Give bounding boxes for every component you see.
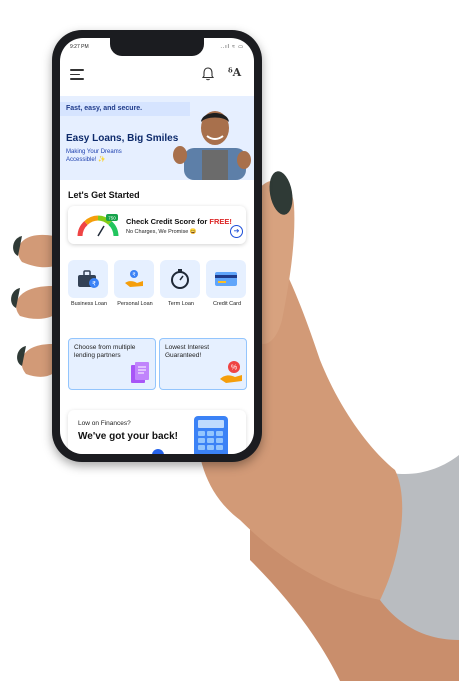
tile-credit-card[interactable]: Credit Card	[206, 260, 248, 308]
smiling-man-thumbs-up-image	[173, 111, 251, 180]
phone-frame: 9:27 PM ..ıl ≈ ▭ ᵟA Fast, easy, and secu…	[52, 30, 262, 462]
loan-type-grid: ₹ Business Loan ₹ Personal Loan Term Loa…	[68, 260, 248, 320]
credit-card-icon	[215, 272, 237, 286]
arrow-right-icon[interactable]: ➔	[230, 225, 243, 238]
stopwatch-icon	[171, 269, 189, 289]
bell-icon[interactable]	[200, 66, 216, 82]
tile-label: Credit Card	[212, 301, 242, 307]
credit-score-card[interactable]: 750 Check Credit Score for FREE! No Char…	[68, 206, 246, 244]
status-icons: ..ıl ≈ ▭	[220, 44, 244, 50]
tile-label: Term Loan	[168, 301, 194, 307]
section-title: Let's Get Started	[68, 190, 140, 200]
svg-text:%: %	[231, 365, 237, 372]
documents-icon	[131, 362, 149, 383]
svg-text:₹: ₹	[132, 272, 135, 278]
banner-title: Easy Loans, Big Smiles	[66, 133, 179, 144]
banner-tagline: Fast, easy, and secure.	[66, 105, 143, 112]
finance-help-small: Low on Finances?	[78, 420, 131, 427]
top-bar: ᵟA	[60, 58, 254, 90]
promo-lending-partners[interactable]: Choose from multiple lending partners	[68, 338, 156, 390]
money-hand-icon: ₹	[125, 270, 143, 287]
credit-score-title: Check Credit Score for FREE!	[126, 217, 232, 226]
finance-help-title: We've got your back!	[78, 431, 178, 442]
brand-logo[interactable]: ᵟA	[228, 66, 241, 79]
promo-text: Choose from multiple lending partners	[74, 344, 136, 359]
svg-text:₹: ₹	[92, 281, 96, 288]
tile-personal-loan[interactable]: ₹ Personal Loan	[114, 260, 156, 308]
credit-score-subtitle: No Charges, We Promise 😄	[126, 229, 197, 235]
banner-subtitle: Making Your Dreams Accessible! ✨	[66, 149, 122, 163]
tile-label: Business Loan	[70, 301, 108, 307]
calculator-icon	[194, 416, 228, 454]
credit-gauge-icon: 750	[77, 214, 119, 237]
promo-lowest-interest[interactable]: Lowest Interest Guaranteed! %	[159, 338, 247, 390]
status-time: 9:27 PM	[70, 44, 89, 50]
app-screen: 9:27 PM ..ıl ≈ ▭ ᵟA Fast, easy, and secu…	[60, 38, 254, 454]
finance-help-card[interactable]: Low on Finances? We've got your back!	[68, 410, 246, 454]
tile-business-loan[interactable]: ₹ Business Loan	[68, 260, 110, 308]
tile-label: Personal Loan	[117, 301, 153, 307]
banner-tagline-strip: Fast, easy, and secure.	[60, 102, 190, 116]
hamburger-menu-icon[interactable]	[70, 69, 84, 80]
business-bag-icon: ₹	[78, 270, 99, 288]
percent-hand-icon: %	[220, 361, 242, 383]
phone-notch	[110, 38, 204, 56]
floating-action-button[interactable]	[152, 449, 164, 454]
credit-title-free: FREE!	[209, 217, 232, 226]
gauge-badge: 750	[108, 216, 116, 221]
tile-term-loan[interactable]: Term Loan	[160, 260, 202, 308]
credit-title-prefix: Check Credit Score for	[126, 217, 210, 226]
promo-text: Lowest Interest Guaranteed!	[165, 344, 210, 359]
